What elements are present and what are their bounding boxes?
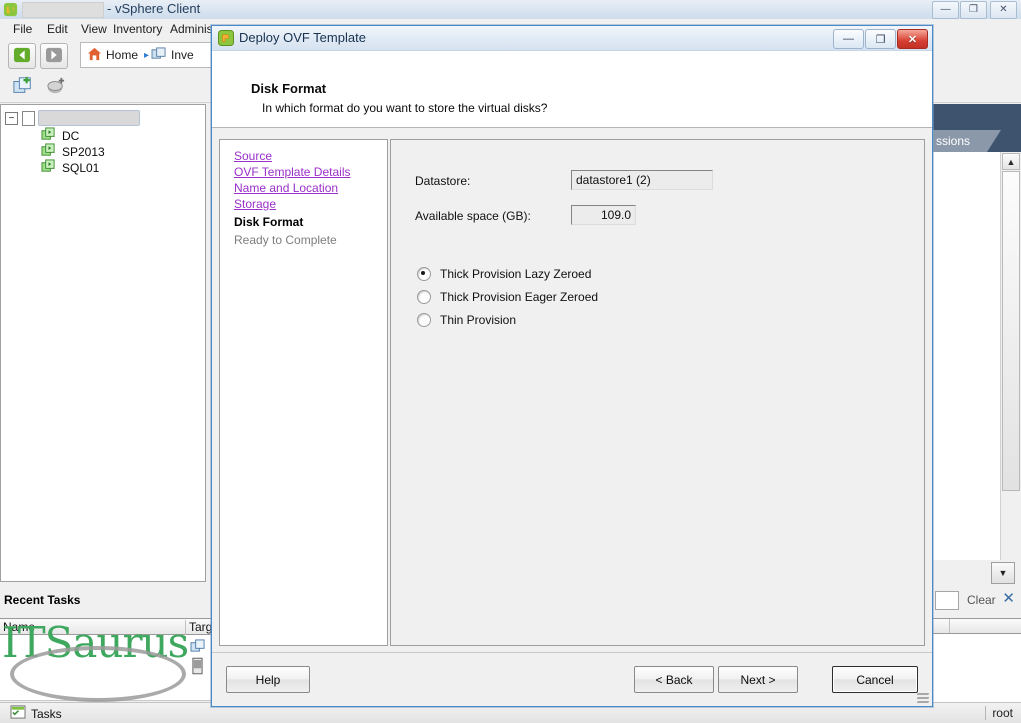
right-panel-toolbar: ▼	[931, 560, 1021, 586]
radio-button-icon[interactable]	[417, 313, 431, 327]
main-titlebar: - vSphere Client — ❐ ✕	[0, 0, 1021, 20]
tree-root-label	[38, 110, 140, 126]
forward-arrow-icon	[45, 47, 63, 66]
task-vm-icon	[192, 657, 203, 678]
radio-label: Thin Provision	[440, 313, 517, 327]
recent-tasks-body	[0, 635, 215, 701]
task-target-icon	[190, 639, 206, 656]
dialog-header: Disk Format In which format do you want …	[212, 51, 932, 127]
radio-thick-provision-eager-zeroed[interactable]: Thick Provision Eager Zeroed	[417, 290, 598, 304]
right-panel-grid-body	[931, 634, 1021, 702]
back-button[interactable]: < Back	[634, 666, 714, 693]
available-space-value: 109.0	[571, 205, 636, 225]
right-panel-tab-slant	[987, 130, 1001, 152]
dialog-minimize-button[interactable]: —	[833, 29, 864, 49]
wizard-step-disk-format: Disk Format	[234, 215, 304, 229]
tree-item-sql01[interactable]: SQL01	[41, 159, 99, 177]
right-panel-scrollbar[interactable]: ▲ ▼	[1000, 152, 1021, 582]
main-minimize-button[interactable]: —	[932, 1, 959, 19]
new-vm-icon[interactable]	[12, 76, 34, 99]
tree-item-label: SP2013	[62, 145, 105, 159]
datastore-value: datastore1 (2)	[571, 170, 713, 190]
radio-button-icon[interactable]	[417, 267, 431, 281]
main-title-text: - vSphere Client	[107, 1, 201, 16]
menu-inventory[interactable]: Inventory	[108, 21, 167, 37]
scrollbar-thumb[interactable]	[1002, 171, 1020, 491]
back-button[interactable]	[8, 43, 36, 69]
wizard-steps-panel: Source OVF Template Details Name and Loc…	[219, 139, 388, 646]
filter-dropdown-button[interactable]: ▼	[991, 562, 1015, 584]
dialog-titlebar[interactable]: Deploy OVF Template — ❐ ✕	[212, 26, 932, 51]
dialog-title: Deploy OVF Template	[239, 30, 366, 45]
close-icon[interactable]: ✕	[1002, 591, 1015, 606]
right-panel-tab[interactable]: ssions	[931, 130, 987, 152]
main-close-button[interactable]: ✕	[990, 1, 1017, 19]
wizard-step-name-and-location[interactable]: Name and Location	[234, 180, 383, 196]
main-restore-button[interactable]: ❐	[960, 1, 987, 19]
inventory-icon	[151, 46, 167, 64]
clear-filter-link[interactable]: Clear	[967, 593, 996, 607]
menu-edit[interactable]: Edit	[42, 21, 73, 37]
breadcrumb-separator: ▸	[144, 49, 150, 61]
available-space-label: Available space (GB):	[415, 209, 531, 223]
page-title: Disk Format	[251, 81, 327, 96]
disk-format-form: Datastore: datastore1 (2) Available spac…	[390, 139, 925, 646]
home-icon	[87, 47, 102, 64]
breadcrumb[interactable]: Home ▸ Inve	[80, 42, 230, 68]
wizard-step-storage[interactable]: Storage	[234, 196, 383, 212]
next-button[interactable]: Next >	[718, 666, 798, 693]
wizard-step-ready-to-complete: Ready to Complete	[234, 233, 337, 247]
breadcrumb-home[interactable]: Home	[106, 48, 138, 62]
right-panel-filter-row: Clear ✕	[931, 588, 1021, 616]
radio-label: Thick Provision Eager Zeroed	[440, 290, 599, 304]
dialog-body: Source OVF Template Details Name and Loc…	[212, 128, 932, 652]
dialog-close-button[interactable]: ✕	[897, 29, 928, 49]
deploy-ovf-icon	[218, 30, 234, 46]
vsphere-icon	[3, 2, 18, 17]
forward-button[interactable]	[40, 43, 68, 69]
dialog-footer: Help < Back Next > Cancel	[212, 652, 932, 706]
back-arrow-icon	[13, 47, 31, 66]
screen: - vSphere Client — ❐ ✕ File Edit View In…	[0, 0, 1021, 723]
filter-input[interactable]	[935, 591, 959, 610]
deploy-ovf-icon[interactable]	[46, 77, 66, 98]
page-subtitle: In which format do you want to store the…	[262, 101, 548, 115]
tasks-icon	[10, 705, 26, 722]
virtual-machine-icon	[41, 159, 56, 177]
tree-item-label: SQL01	[62, 161, 100, 175]
datacenter-icon	[22, 110, 35, 126]
resize-grip[interactable]	[917, 691, 929, 703]
wizard-step-ovf-template-details[interactable]: OVF Template Details	[234, 164, 383, 180]
right-panel-grid-header	[931, 618, 1021, 634]
wizard-steps-list: Source OVF Template Details Name and Loc…	[234, 148, 383, 248]
deploy-ovf-template-dialog: Deploy OVF Template — ❐ ✕ Disk Format In…	[211, 25, 933, 707]
dialog-restore-button[interactable]: ❐	[865, 29, 896, 49]
breadcrumb-inventory[interactable]: Inve	[171, 48, 194, 62]
help-button[interactable]: Help	[226, 666, 310, 693]
radio-button-icon[interactable]	[417, 290, 431, 304]
wizard-step-source[interactable]: Source	[234, 148, 383, 164]
scroll-up-button[interactable]: ▲	[1002, 153, 1020, 170]
statusbar-tasks-label: Tasks	[31, 706, 62, 721]
inventory-tree-panel: − DC SP2013 SQL01	[0, 104, 206, 582]
tree-expander[interactable]: −	[5, 111, 18, 125]
column-header-name[interactable]: Name	[0, 620, 186, 635]
grid-column-separator	[949, 619, 950, 633]
tree-item-label: DC	[62, 129, 80, 143]
menu-file[interactable]: File	[8, 21, 37, 37]
menu-view[interactable]: View	[76, 21, 112, 37]
recent-tasks-title: Recent Tasks	[4, 593, 81, 607]
recent-tasks-header: Name Targ	[0, 618, 215, 635]
tree-root-row[interactable]: −	[5, 110, 140, 126]
main-title-redaction	[22, 2, 104, 18]
cancel-button[interactable]: Cancel	[832, 666, 918, 693]
statusbar-user: root	[985, 706, 1013, 720]
radio-thin-provision[interactable]: Thin Provision	[417, 313, 516, 327]
radio-label: Thick Provision Lazy Zeroed	[440, 267, 592, 281]
statusbar-tasks-tab[interactable]: Tasks	[10, 705, 62, 722]
radio-thick-provision-lazy-zeroed[interactable]: Thick Provision Lazy Zeroed	[417, 267, 591, 281]
datastore-label: Datastore:	[415, 174, 471, 188]
